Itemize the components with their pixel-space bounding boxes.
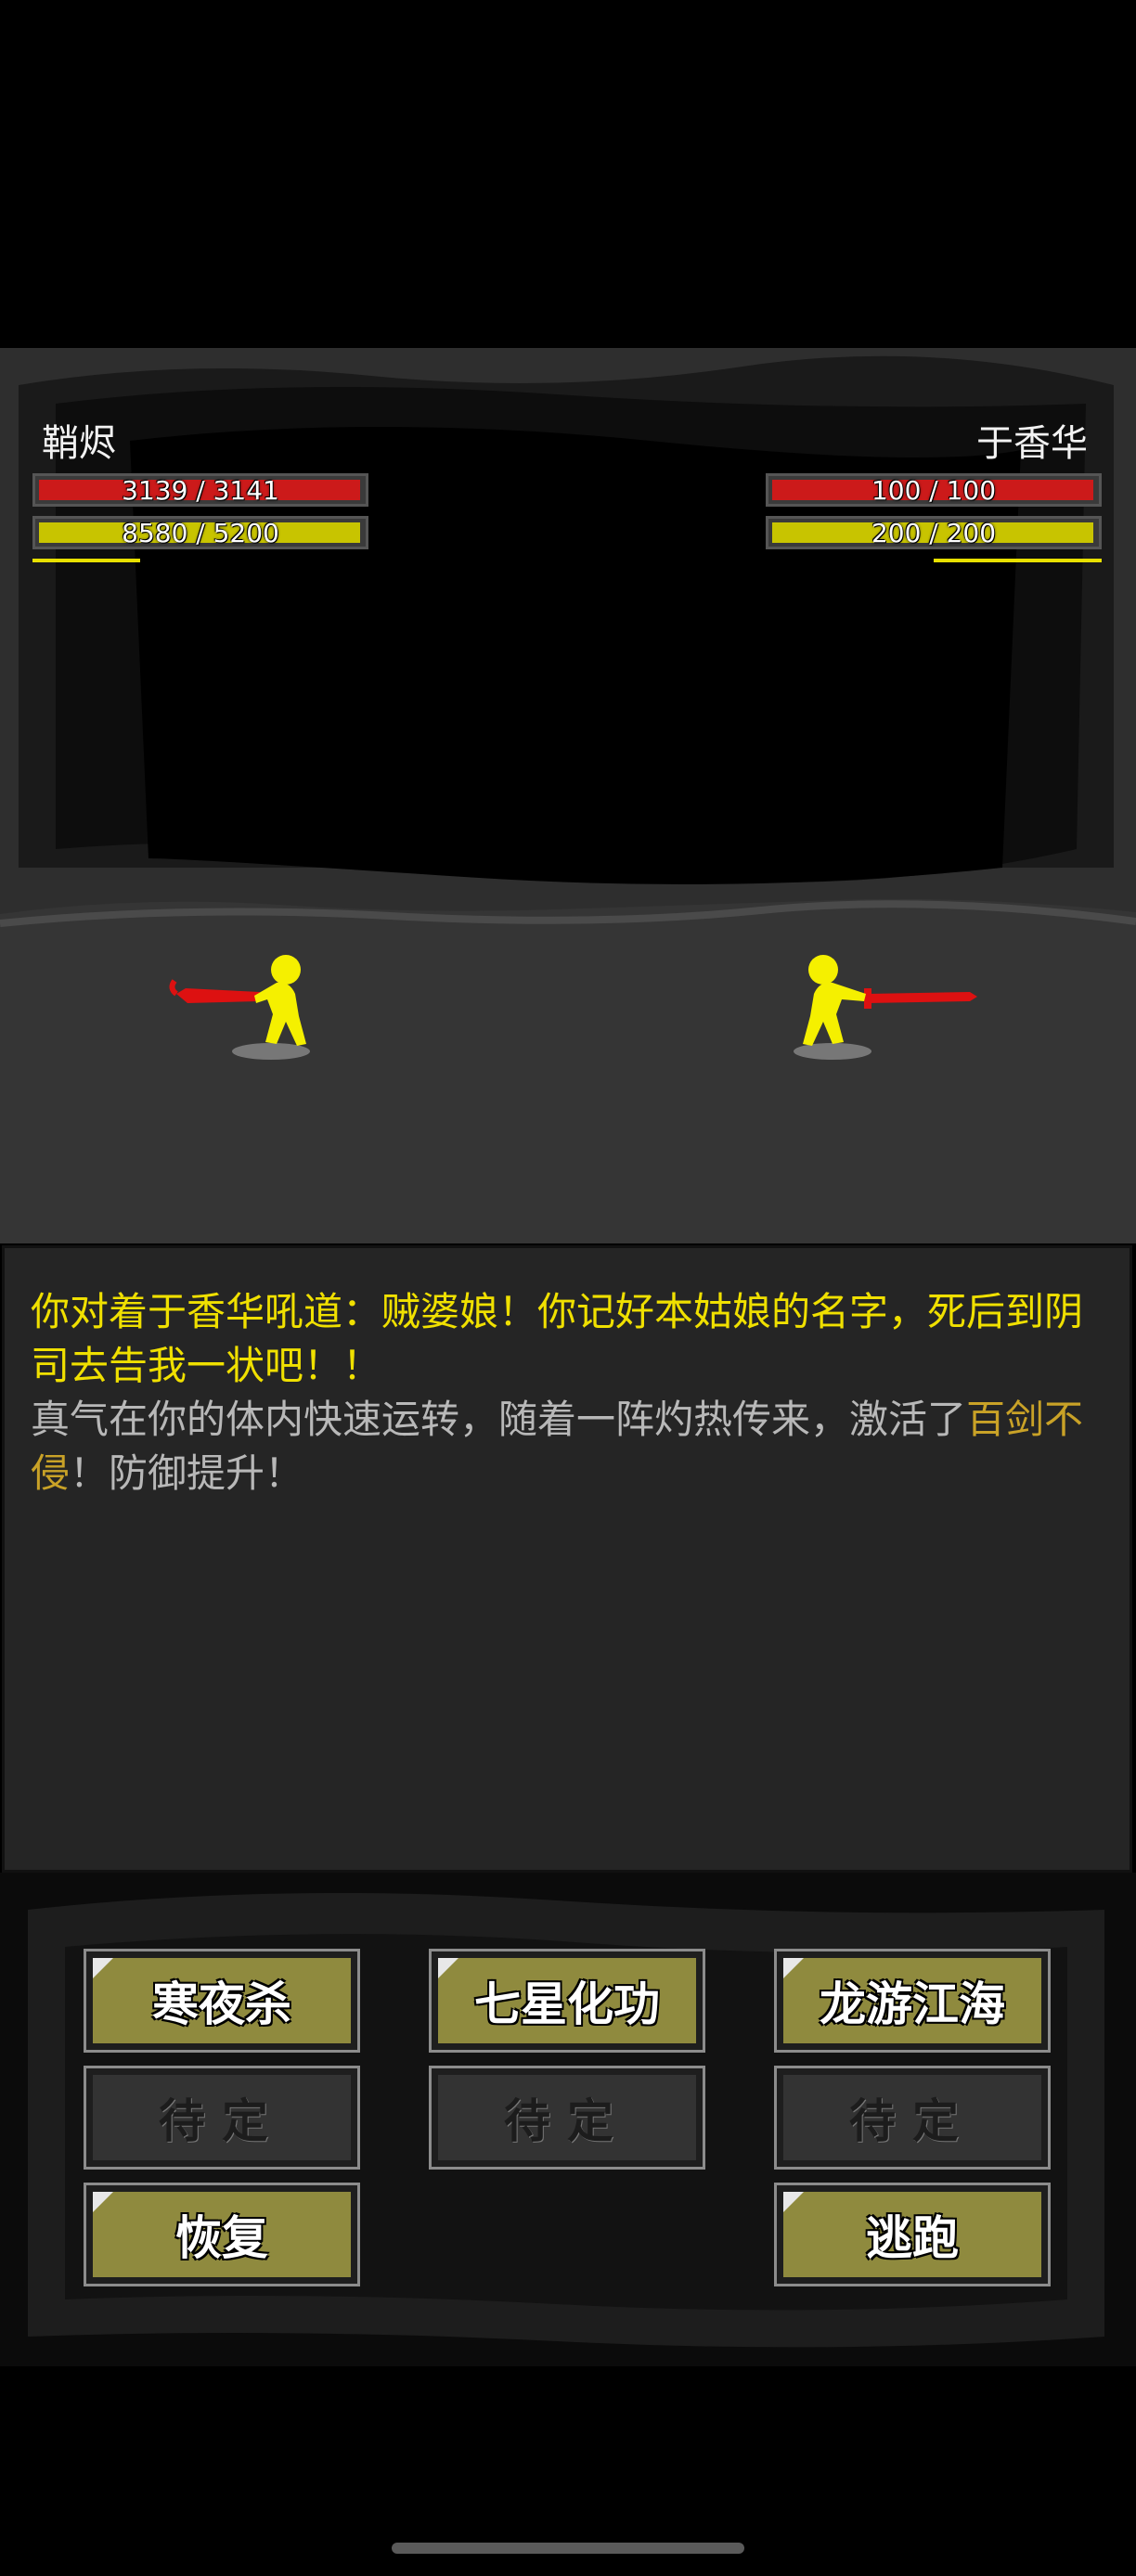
player-hp-bar: 3139 / 3141 [32,473,368,507]
home-indicator[interactable] [392,2543,744,2554]
skill-hanyesha-button[interactable]: 寒夜杀 [84,1949,360,2053]
top-black-area [0,0,1136,348]
empty-slot-3-label: 待定 [783,2075,1041,2160]
player-name: 鞘烬 [42,422,116,465]
enemy-name: 于香华 [976,422,1088,465]
skill-qixinghuagong-label: 七星化功 [438,1958,696,2043]
player-character [169,955,310,1060]
empty-slot-2-label: 待定 [438,2075,696,2160]
enemy-mp-bar: 200 / 200 [766,516,1102,549]
empty-slot-2: 待定 [429,2066,705,2170]
log-effect-text: 真气在你的体内快速运转，随着一阵灼热传来，激活了 [31,1397,967,1442]
flee-label: 逃跑 [783,2192,1041,2277]
player-mp-bar: 8580 / 5200 [32,516,368,549]
recover-button[interactable]: 恢复 [84,2183,360,2286]
skill-longyoujianghai-button[interactable]: 龙游江海 [774,1949,1051,2053]
player-gauge [32,559,140,562]
empty-slot-1-label: 待定 [93,2075,351,2160]
skill-qixinghuagong-button[interactable]: 七星化功 [429,1949,705,2053]
empty-slot-3: 待定 [774,2066,1051,2170]
recover-label: 恢复 [93,2192,351,2277]
battle-log: 你对着于香华吼道：贼婆娘！你记好本姑娘的名字，死后到阴司去告我一状吧！！ 真气在… [2,1245,1132,1873]
enemy-character [794,955,977,1060]
log-effect-line: 真气在你的体内快速运转，随着一阵灼热传来，激活了百剑不侵！防御提升！ [31,1393,1104,1501]
flee-button[interactable]: 逃跑 [774,2183,1051,2286]
enemy-mp-text: 200 / 200 [871,517,997,548]
battle-scene: 鞘烬 于香华 3139 / 3141 8580 / 5200 100 / 100… [0,348,1136,1243]
skill-longyoujianghai-label: 龙游江海 [783,1958,1041,2043]
log-effect-end: ！防御提升！ [70,1450,304,1496]
enemy-gauge [934,559,1102,562]
empty-slot-1: 待定 [84,2066,360,2170]
enemy-hp-text: 100 / 100 [871,474,997,506]
skill-hanyesha-label: 寒夜杀 [93,1958,351,2043]
skill-panel: 寒夜杀 七星化功 龙游江海 待定 待定 待定 恢复 逃跑 [0,1873,1136,2366]
player-hp-text: 3139 / 3141 [122,474,279,506]
enemy-hp-bar: 100 / 100 [766,473,1102,507]
log-dialog-line: 你对着于香华吼道：贼婆娘！你记好本姑娘的名字，死后到阴司去告我一状吧！！ [31,1289,1084,1388]
player-mp-text: 8580 / 5200 [122,517,279,548]
